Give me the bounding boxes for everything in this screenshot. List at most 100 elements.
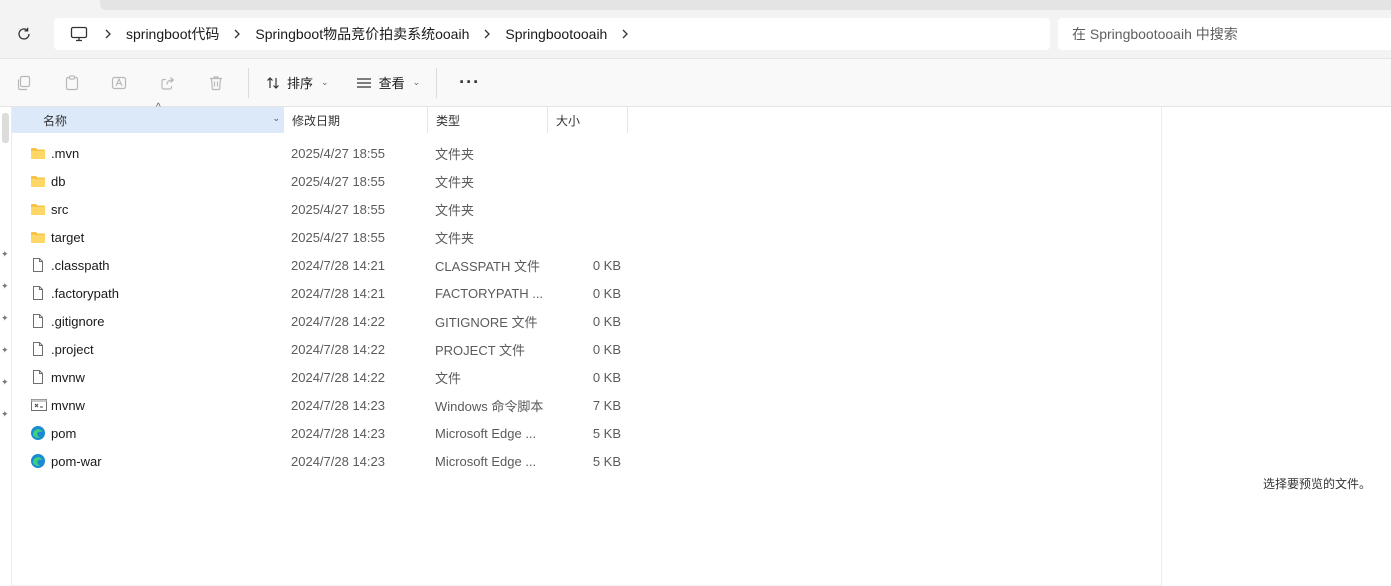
file-name-cell[interactable]: db [30,173,284,189]
view-label: 查看 [378,76,405,91]
file-name-cell[interactable]: pom [30,425,284,441]
this-pc-icon[interactable] [64,26,94,42]
column-header-name-label: 名称 [43,113,68,128]
file-row[interactable]: .classpath 2024/7/28 14:21 CLASSPATH 文件 0 K… [12,251,1160,279]
paste-button[interactable] [48,65,96,101]
file-type: 文件夹 [435,202,475,218]
preview-pane: 选择要预览的文件。 [1161,107,1391,586]
copy-button[interactable] [0,65,48,101]
file-name-cell[interactable]: .mvn [30,145,284,161]
folder-icon [30,229,46,245]
column-header-size[interactable]: 大小 [548,107,628,133]
file-row[interactable]: .mvn 2025/4/27 18:55 文件夹 [12,139,1160,167]
column-header-size-label: 大小 [556,113,581,128]
file-size: 0 KB [592,341,621,357]
file-row[interactable]: .gitignore 2024/7/28 14:22 GITIGNORE 文件 0 K… [12,307,1160,335]
file-row[interactable]: db 2025/4/27 18:55 文件夹 [12,167,1160,195]
file-name: pom-war [51,453,102,469]
refresh-button[interactable] [12,22,36,46]
file-name: .mvn [51,145,80,161]
chevron-right-icon[interactable] [611,28,639,40]
file-type: Microsoft Edge ... [435,453,537,469]
paste-icon [65,74,79,90]
pin-icon: ✦ [1,313,9,323]
file-row[interactable]: mvnw 2024/7/28 14:22 文件 0 KB [12,363,1160,391]
search-box[interactable] [1058,18,1391,50]
file-name-cell[interactable]: pom-war [30,453,284,469]
file-date: 2025/4/27 18:55 [291,173,385,189]
file-icon [30,257,46,273]
preview-message: 选择要预览的文件。 [1262,477,1371,491]
file-size: 0 KB [592,369,621,385]
pin-icon: ✦ [1,377,9,387]
toolbar-divider [436,67,438,98]
share-button[interactable] [144,65,192,101]
file-name-cell[interactable]: .project [30,341,284,357]
file-name-cell[interactable]: src [30,201,284,217]
file-type: CLASSPATH 文件 [435,258,540,274]
file-name: src [51,201,69,217]
file-date: 2024/7/28 14:23 [291,397,385,413]
file-list: ^ 名称 ⌄ 修改日期 类型 大小 .mvn 2025/4/27 18:55 文件夹… [12,102,1160,586]
content-area: ✦ ✦ ✦ ✦ ✦ ✦ ^ 名称 ⌄ 修改日期 类型 大小 .mvn 2025/4… [0,102,1391,586]
file-name: .project [51,341,94,357]
pin-icon: ✦ [1,249,9,259]
file-type: GITIGNORE 文件 [435,314,538,330]
search-input[interactable] [1072,26,1372,42]
pin-icon: ✦ [1,281,9,291]
chevron-down-icon[interactable]: ⌄ [272,113,280,124]
rename-button[interactable] [96,65,144,101]
file-type: 文件夹 [435,146,475,162]
file-date: 2024/7/28 14:21 [291,257,385,273]
file-date: 2024/7/28 14:23 [291,453,385,469]
file-row[interactable]: pom 2024/7/28 14:23 Microsoft Edge ... 5 KB [12,419,1160,447]
file-name: .factorypath [51,285,119,301]
chevron-right-icon[interactable] [223,28,251,40]
file-row[interactable]: .project 2024/7/28 14:22 PROJECT 文件 0 KB [12,335,1160,363]
sort-icon [267,76,279,89]
column-header-date-label: 修改日期 [292,113,341,128]
file-name-cell[interactable]: .factorypath [30,285,284,301]
column-header-type[interactable]: 类型 [428,107,548,133]
sort-button[interactable]: 排序 ⌄ [257,65,337,101]
file-name: .classpath [51,257,110,273]
folder-icon [30,201,46,217]
chevron-right-icon[interactable] [473,28,501,40]
file-icon [30,369,46,385]
file-name: pom [51,425,77,441]
file-row[interactable]: src 2025/4/27 18:55 文件夹 [12,195,1160,223]
edge-icon [30,425,46,441]
file-date: 2025/4/27 18:55 [291,201,385,217]
breadcrumb-item[interactable]: Springboot物品竞价拍卖系统ooaih [251,24,473,44]
pin-icon: ✦ [1,409,9,419]
navigation-pane-edge: ✦ ✦ ✦ ✦ ✦ ✦ [0,107,12,586]
file-name-cell[interactable]: mvnw [30,397,284,413]
file-name-cell[interactable]: .gitignore [30,313,284,329]
breadcrumb[interactable]: springboot代码 Springboot物品竞价拍卖系统ooaih Spr… [54,18,1050,50]
scrollbar-thumb[interactable] [2,113,9,143]
column-header-name[interactable]: ^ 名称 ⌄ [12,102,284,133]
file-row[interactable]: target 2025/4/27 18:55 文件夹 [12,223,1160,251]
delete-button[interactable] [192,65,240,101]
edge-icon [30,453,46,469]
chevron-right-icon[interactable] [94,28,122,40]
more-options-button[interactable]: ··· [445,72,494,93]
view-button[interactable]: 查看 ⌄ [347,65,429,101]
breadcrumb-item[interactable]: springboot代码 [122,24,223,44]
breadcrumb-item[interactable]: Springbootooaih [501,26,611,42]
file-row[interactable]: .factorypath 2024/7/28 14:21 FACTORYPATH .… [12,279,1160,307]
file-name-cell[interactable]: target [30,229,284,245]
file-name: db [51,173,66,189]
file-name-cell[interactable]: mvnw [30,369,284,385]
refresh-icon [18,27,30,40]
file-name-cell[interactable]: .classpath [30,257,284,273]
folder-icon [30,173,46,189]
file-type: 文件夹 [435,174,475,190]
file-name: mvnw [51,369,85,385]
file-row[interactable]: pom-war 2024/7/28 14:23 Microsoft Edge ...… [12,447,1160,475]
column-header-date[interactable]: 修改日期 [284,107,428,133]
file-row[interactable]: mvnw 2024/7/28 14:23 Windows 命令脚本 7 KB [12,391,1160,419]
file-date: 2024/7/28 14:22 [291,369,385,385]
file-date: 2024/7/28 14:23 [291,425,385,441]
copy-icon [17,75,31,90]
